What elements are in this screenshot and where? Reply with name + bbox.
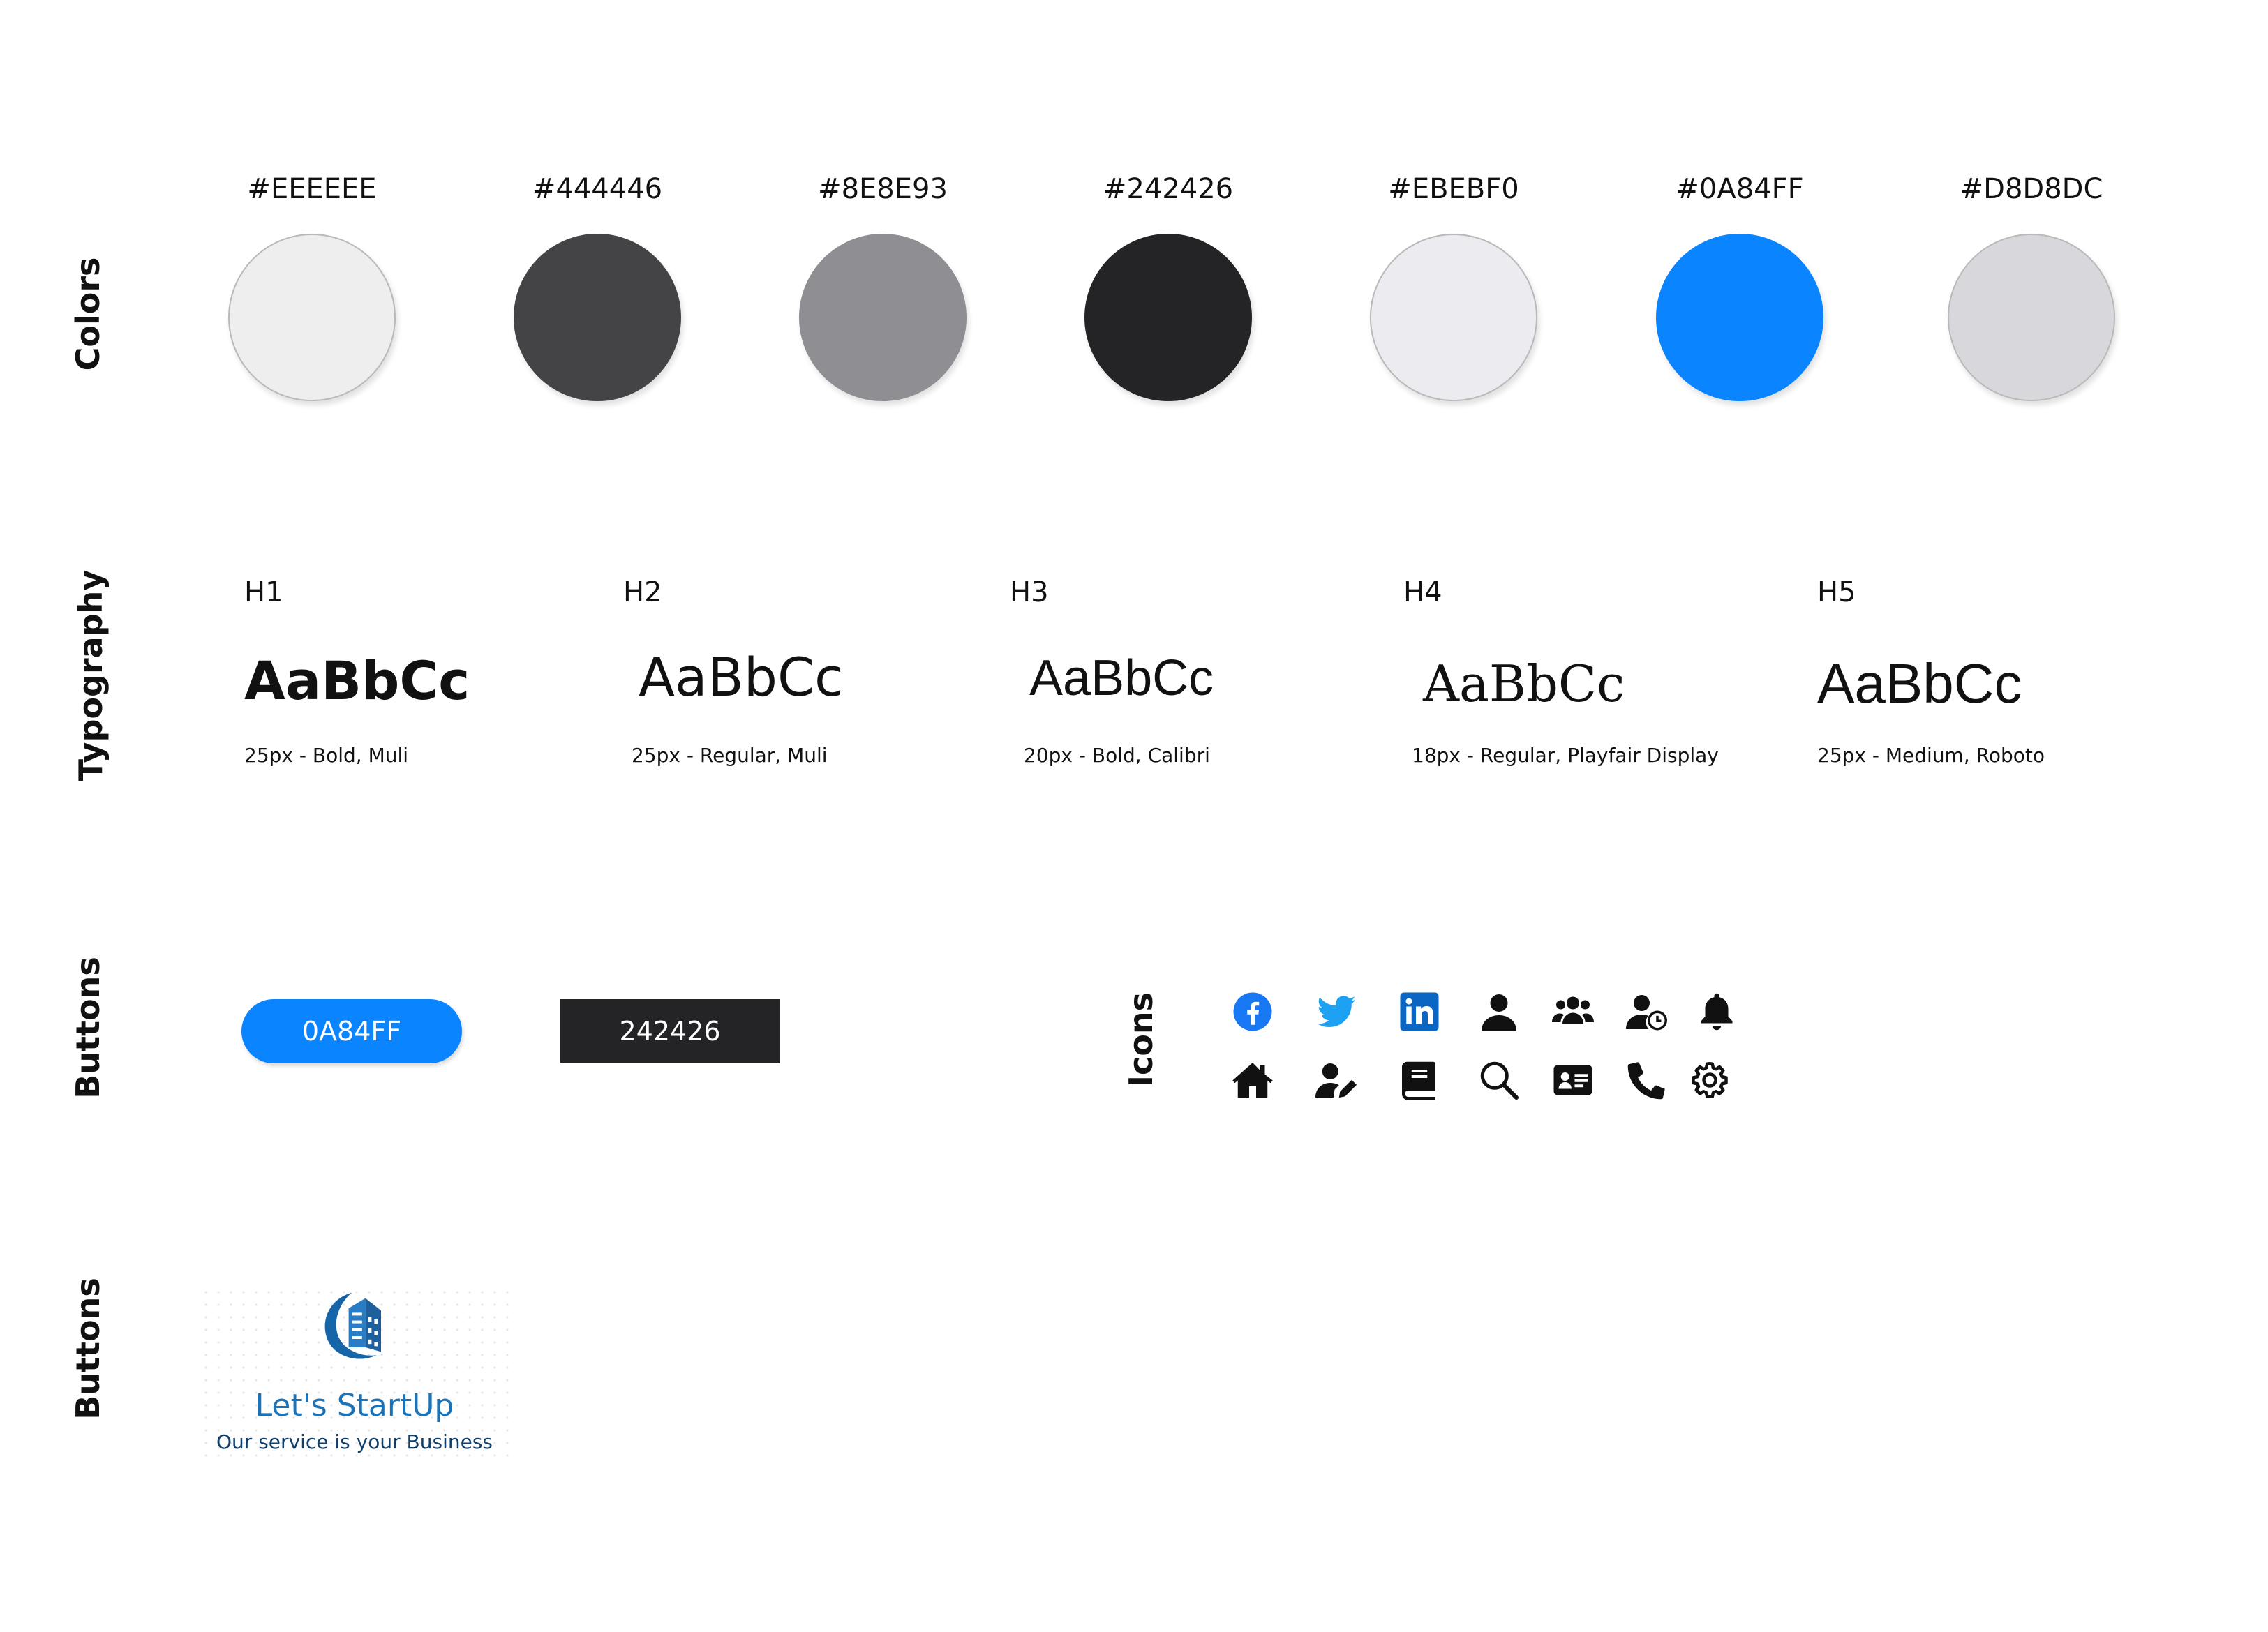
users-icon [1552,991,1594,1033]
color-circle [799,234,967,401]
logo-name: Let's StartUp [255,1388,454,1423]
gear-icon[interactable] [1689,1059,1731,1101]
typography-h5: H5 AaBbCc 25px - Medium, Roboto [1817,576,2045,767]
linkedin-icon[interactable] [1398,991,1440,1033]
logo-section-label: Buttons [69,1278,107,1420]
facebook-icon[interactable] [1232,991,1274,1033]
typography-section-label: Typography [72,569,110,781]
logo-container: Let's StartUp Our service is your Busine… [200,1286,509,1460]
twitter-icon[interactable] [1315,991,1357,1033]
color-hex-label: #EEEEEE [247,173,377,205]
book-icon[interactable] [1398,1059,1440,1101]
color-circle [228,234,396,401]
user-icon [1478,991,1520,1033]
type-spec: 25px - Medium, Roboto [1817,744,2045,767]
type-spec: 18px - Regular, Playfair Display [1412,744,1719,767]
heading-label: H1 [244,576,283,608]
type-spec: 20px - Bold, Calibri [1024,744,1210,767]
buttons-section-label: Buttons [69,957,107,1099]
search-icon[interactable] [1478,1059,1520,1101]
color-hex-label: #D8D8DC [1960,173,2103,205]
heading-label: H3 [1010,576,1049,608]
logo-mark [324,1292,381,1359]
icons-section-label: Icons [1122,991,1160,1088]
colors-section-label: Colors [69,257,107,371]
phone-icon[interactable] [1626,1059,1668,1101]
color-hex-label: #242426 [1103,173,1234,205]
color-hex-label: #444446 [532,173,663,205]
heading-label: H2 [623,576,662,608]
type-sample: AaBbCc [244,650,470,712]
logo-tagline: Our service is your Business [216,1430,493,1453]
user-clock-icon [1626,991,1668,1033]
typography-h2: H2 AaBbCc 25px - Regular, Muli [623,576,844,767]
heading-label: H5 [1817,576,1856,608]
color-circle [1948,234,2115,401]
typography-h4: H4 AaBbCc 18px - Regular, Playfair Displ… [1403,576,1719,767]
id-card-icon[interactable] [1552,1059,1594,1101]
typography-h3: H3 AaBbCc 20px - Bold, Calibri [1010,576,1214,767]
primary-blue-button[interactable]: 0A84FF [241,999,462,1063]
color-hex-label: #8E8E93 [818,173,948,205]
home-icon[interactable] [1232,1059,1274,1101]
heading-label: H4 [1403,576,1442,608]
typography-h1: H1 AaBbCc 25px - Bold, Muli [244,576,470,767]
color-circle [1370,234,1537,401]
type-sample: AaBbCc [1423,654,1625,713]
color-hex-label: #EBEBF0 [1388,173,1519,205]
color-hex-label: #0A84FF [1676,173,1804,205]
type-spec: 25px - Regular, Muli [632,744,828,767]
user-edit-icon[interactable] [1315,1059,1357,1101]
color-circle [1084,234,1252,401]
type-sample: AaBbCc [639,646,844,708]
type-spec: 25px - Bold, Muli [244,744,409,767]
dark-button[interactable]: 242426 [560,999,780,1063]
type-sample: AaBbCc [1817,652,2022,714]
color-circle [514,234,681,401]
type-sample: AaBbCc [1029,650,1214,706]
color-circle [1656,234,1823,401]
bell-icon[interactable] [1696,991,1738,1033]
